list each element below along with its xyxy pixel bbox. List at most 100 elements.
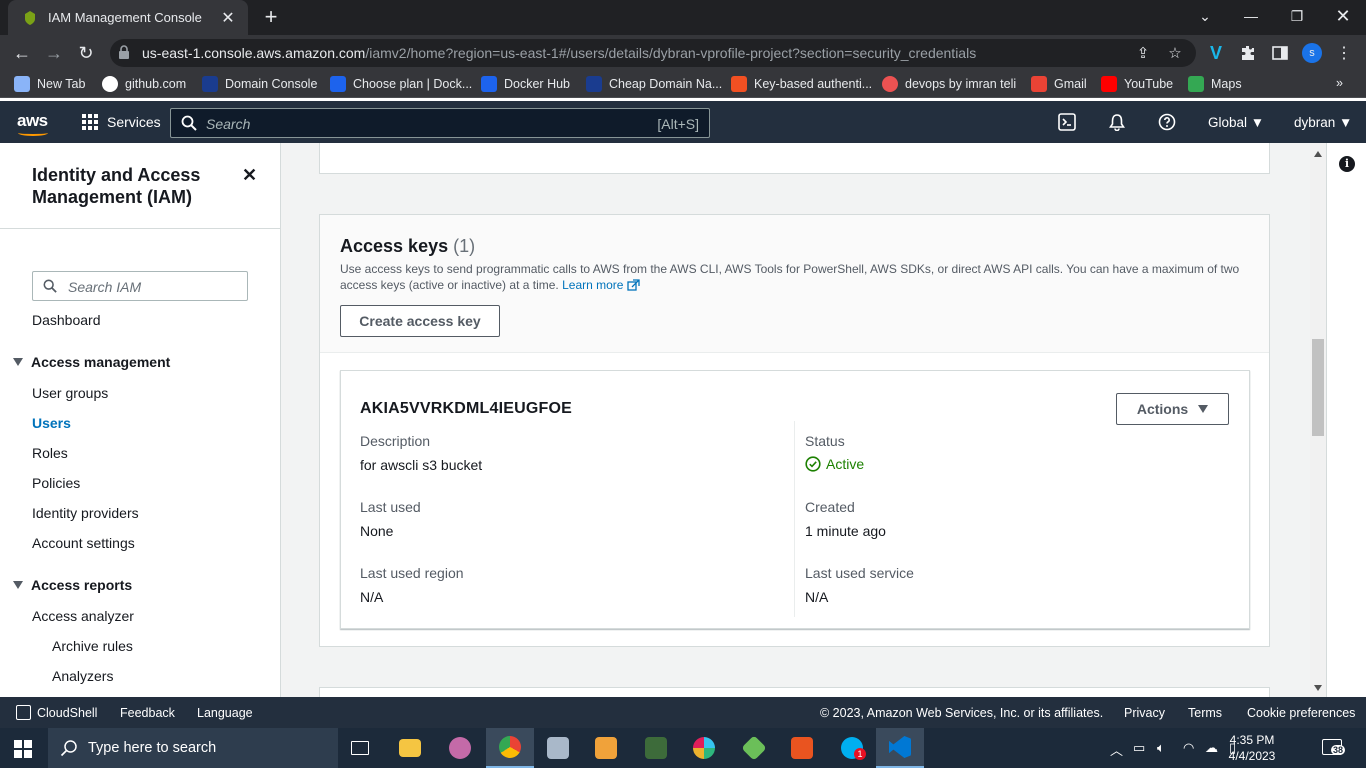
- image-viewer-app-icon[interactable]: [534, 728, 582, 768]
- media-player-app-icon[interactable]: [582, 728, 630, 768]
- services-menu[interactable]: Services: [82, 114, 161, 130]
- back-button[interactable]: ←: [8, 39, 36, 67]
- side-panel-icon[interactable]: [1270, 43, 1290, 63]
- access-key-id: AKIA5VVRKDML4IEUGFOE: [360, 400, 573, 417]
- windows-start-icon[interactable]: [14, 740, 32, 758]
- windows-taskbar: Type here to search 1 ︿ ▭ 🔈︎ ◠ ☁︎ ▯ 4:35…: [0, 728, 1366, 768]
- restore-button[interactable]: ❐: [1274, 0, 1320, 32]
- sidebar-item-users[interactable]: Users: [32, 415, 71, 431]
- chrome-app-icon[interactable]: [486, 728, 534, 768]
- onedrive-icon[interactable]: ☁︎: [1205, 740, 1218, 756]
- description-value: for awscli s3 bucket: [360, 457, 483, 473]
- bookmark-item[interactable]: Choose plan | Dock...: [330, 76, 472, 92]
- tab-close-icon[interactable]: ✕: [220, 8, 236, 28]
- search-icon: [43, 279, 57, 293]
- sidebar-item-roles[interactable]: Roles: [32, 445, 68, 461]
- bookmark-item[interactable]: Gmail: [1031, 76, 1087, 92]
- bookmark-item[interactable]: New Tab: [14, 76, 85, 92]
- url-text: us-east-1.console.aws.amazon.com/iamv2/h…: [142, 45, 976, 61]
- battery-icon[interactable]: ▭: [1133, 740, 1145, 756]
- aws-search-input[interactable]: Search [Alt+S]: [170, 108, 710, 138]
- account-menu[interactable]: dybran ▼: [1294, 115, 1352, 130]
- language-link[interactable]: Language: [197, 706, 253, 720]
- terms-link[interactable]: Terms: [1188, 706, 1222, 720]
- sidebar-close-icon[interactable]: ✕: [242, 165, 257, 186]
- profile-avatar[interactable]: s: [1302, 43, 1322, 63]
- sidebar-section-access-management[interactable]: Access management: [13, 354, 170, 370]
- tab-search-icon[interactable]: ⌄: [1182, 0, 1228, 32]
- skype-app-icon[interactable]: 1: [828, 728, 876, 768]
- scroll-up-arrow-icon[interactable]: [1314, 151, 1322, 157]
- last-used-service-value: N/A: [805, 589, 829, 605]
- browser-menu-icon[interactable]: ⋮: [1334, 43, 1354, 63]
- window-close-button[interactable]: ✕: [1320, 0, 1366, 32]
- reload-button[interactable]: ↻: [72, 39, 100, 67]
- cloudshell-link[interactable]: CloudShell: [37, 706, 97, 720]
- bookmark-item[interactable]: Key-based authenti...: [731, 76, 872, 92]
- bookmark-item[interactable]: Cheap Domain Na...: [586, 76, 722, 92]
- iam-sidebar: Identity and Access Management (IAM) ✕ S…: [0, 143, 281, 697]
- region-selector[interactable]: Global ▼: [1208, 115, 1264, 130]
- file-explorer-icon[interactable]: [386, 728, 434, 768]
- sidebar-item-access-analyzer[interactable]: Access analyzer: [32, 608, 134, 624]
- forward-button[interactable]: →: [40, 39, 68, 67]
- notifications-bell-icon[interactable]: [1108, 113, 1126, 132]
- bookmark-star-icon[interactable]: ☆: [1166, 44, 1184, 62]
- photos-app-icon[interactable]: [632, 728, 680, 768]
- sidebar-item-identity-providers[interactable]: Identity providers: [32, 505, 139, 521]
- paint-app-icon[interactable]: [436, 728, 484, 768]
- privacy-link[interactable]: Privacy: [1124, 706, 1165, 720]
- create-access-key-button[interactable]: Create access key: [340, 305, 500, 337]
- sidebar-item-policies[interactable]: Policies: [32, 475, 80, 491]
- browser-tab[interactable]: IAM Management Console ✕: [8, 0, 248, 35]
- cloudshell-icon[interactable]: [16, 705, 31, 720]
- section-heading: Access reports: [31, 577, 133, 593]
- aws-logo[interactable]: aws: [17, 111, 48, 136]
- learn-more-link[interactable]: Learn more: [562, 278, 640, 292]
- services-grid-icon: [82, 114, 98, 130]
- new-tab-button[interactable]: +: [258, 4, 284, 30]
- tray-overflow-icon[interactable]: ︿: [1110, 740, 1123, 759]
- bookmark-item[interactable]: Docker Hub: [481, 76, 570, 92]
- taskbar-search-input[interactable]: Type here to search: [48, 728, 338, 768]
- actions-button[interactable]: Actions: [1116, 393, 1229, 425]
- extensions-puzzle-icon[interactable]: [1238, 43, 1258, 63]
- bookmark-item[interactable]: Maps: [1188, 76, 1242, 92]
- taskbar-clock[interactable]: 4:35 PM 4/4/2023: [1222, 732, 1282, 764]
- sidebar-item-analyzers[interactable]: Analyzers: [52, 668, 113, 684]
- bookmark-item[interactable]: Domain Console: [202, 76, 317, 92]
- bookmark-item[interactable]: YouTube: [1101, 76, 1173, 92]
- scroll-down-arrow-icon[interactable]: [1314, 685, 1322, 691]
- learn-more-text: Learn more: [562, 278, 624, 292]
- network-icon[interactable]: ◠: [1183, 740, 1194, 756]
- share-icon[interactable]: ⇪: [1134, 44, 1152, 62]
- search-iam-input[interactable]: Search IAM: [32, 271, 248, 301]
- sidebar-item-user-groups[interactable]: User groups: [32, 385, 108, 401]
- bookmarks-overflow-icon[interactable]: »: [1336, 76, 1343, 90]
- bookmark-label: Choose plan | Dock...: [353, 77, 473, 91]
- page-scrollbar[interactable]: [1310, 143, 1326, 697]
- cookie-preferences-link[interactable]: Cookie preferences: [1247, 706, 1355, 720]
- bookmark-item[interactable]: devops by imran teli: [882, 76, 1016, 92]
- ubuntu-app-icon[interactable]: [778, 728, 826, 768]
- sidebar-item-account-settings[interactable]: Account settings: [32, 535, 135, 551]
- vimeo-extension-icon[interactable]: V: [1206, 43, 1226, 63]
- cloudshell-icon[interactable]: [1058, 113, 1076, 131]
- copyright-text: © 2023, Amazon Web Services, Inc. or its…: [820, 706, 1104, 720]
- task-view-icon[interactable]: [336, 728, 384, 768]
- git-app-icon[interactable]: [730, 728, 778, 768]
- sidebar-item-dashboard[interactable]: Dashboard: [32, 312, 101, 328]
- vscode-app-icon[interactable]: [876, 728, 924, 768]
- feedback-link[interactable]: Feedback: [120, 706, 175, 720]
- address-bar[interactable]: us-east-1.console.aws.amazon.com/iamv2/h…: [110, 39, 1196, 67]
- info-icon[interactable]: i: [1339, 156, 1355, 172]
- volume-icon[interactable]: 🔈︎: [1157, 740, 1165, 756]
- notification-center-icon[interactable]: 38: [1322, 739, 1346, 755]
- bookmark-item[interactable]: github.com: [102, 76, 186, 92]
- help-icon[interactable]: [1158, 113, 1176, 131]
- minimize-button[interactable]: —: [1228, 0, 1274, 32]
- scrollbar-thumb[interactable]: [1312, 339, 1324, 436]
- sidebar-section-access-reports[interactable]: Access reports: [13, 577, 132, 593]
- sidebar-item-archive-rules[interactable]: Archive rules: [52, 638, 133, 654]
- slack-app-icon[interactable]: [680, 728, 728, 768]
